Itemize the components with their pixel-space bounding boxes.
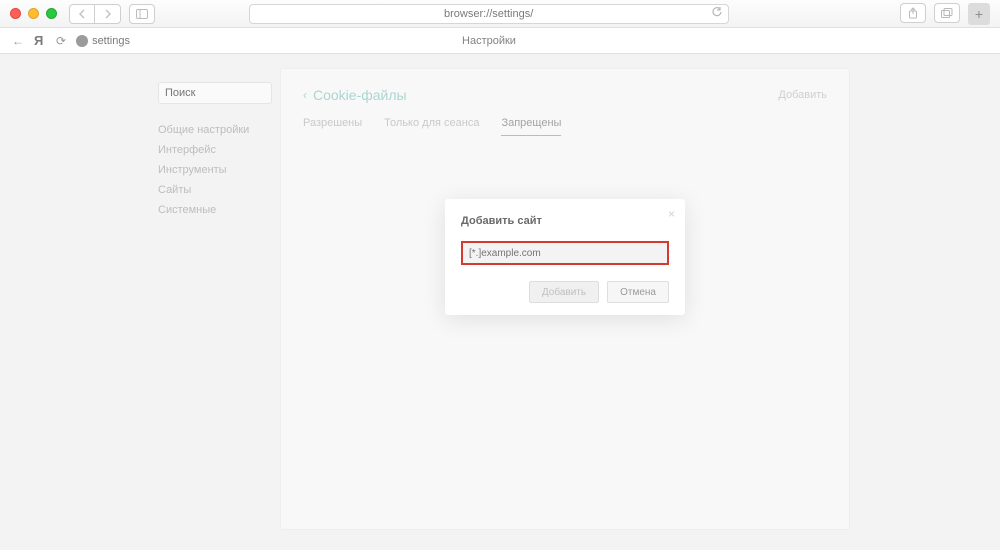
settings-chip-label: settings (92, 35, 130, 47)
settings-body: Общие настройки Интерфейс Инструменты Са… (0, 54, 1000, 550)
url-bar[interactable]: browser://settings/ (249, 4, 729, 24)
modal-overlay: × Добавить сайт Добавить Отмена (281, 69, 849, 529)
modal-add-button[interactable]: Добавить (529, 281, 599, 303)
history-forward-button[interactable] (95, 4, 121, 24)
back-icon[interactable]: ← (12, 34, 24, 48)
modal-actions: Добавить Отмена (461, 281, 669, 303)
history-nav-group (69, 4, 121, 24)
page-title: Настройки (130, 35, 848, 47)
sidebar-item-tools[interactable]: Инструменты (158, 160, 272, 180)
browser-toolbar-left: ← ⟳ settings (12, 33, 130, 49)
settings-chip[interactable]: settings (76, 35, 130, 47)
tabs-button[interactable] (934, 3, 960, 23)
url-text: browser://settings/ (444, 8, 533, 20)
sidebar-item-interface[interactable]: Интерфейс (158, 140, 272, 160)
close-window-icon[interactable] (10, 8, 21, 19)
window-chrome: browser://settings/ + (0, 0, 1000, 28)
gear-icon (76, 35, 88, 47)
site-url-input[interactable] (461, 241, 669, 265)
traffic-lights (10, 8, 57, 19)
settings-main-pane: ‹ Cookie-файлы Добавить Разрешены Только… (280, 68, 850, 530)
sidebar-item-sites[interactable]: Сайты (158, 180, 272, 200)
new-tab-button[interactable]: + (968, 3, 990, 25)
settings-sidebar: Общие настройки Интерфейс Инструменты Са… (150, 54, 280, 550)
browser-toolbar: ← ⟳ settings Настройки (0, 28, 1000, 54)
minimize-window-icon[interactable] (28, 8, 39, 19)
history-back-button[interactable] (69, 4, 95, 24)
maximize-window-icon[interactable] (46, 8, 57, 19)
yandex-logo-icon[interactable] (34, 33, 46, 49)
chrome-right-controls: + (900, 3, 990, 25)
reload-page-icon[interactable]: ⟳ (56, 34, 66, 48)
share-button[interactable] (900, 3, 926, 23)
modal-cancel-button[interactable]: Отмена (607, 281, 669, 303)
sidebar-item-general[interactable]: Общие настройки (158, 120, 272, 140)
sidebar-search-input[interactable] (158, 82, 272, 104)
sidebar-item-system[interactable]: Системные (158, 200, 272, 220)
modal-title: Добавить сайт (461, 215, 669, 227)
modal-close-button[interactable]: × (668, 207, 675, 221)
sidebar-toggle-button[interactable] (129, 4, 155, 24)
add-site-modal: × Добавить сайт Добавить Отмена (445, 199, 685, 315)
plus-icon: + (975, 6, 983, 22)
reload-icon[interactable] (712, 7, 722, 20)
